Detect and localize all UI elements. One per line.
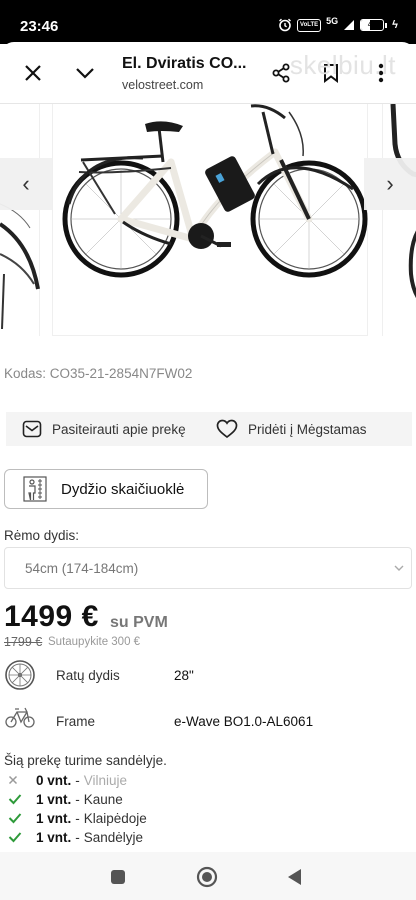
page-url[interactable]: velostreet.com bbox=[122, 78, 203, 92]
product-actions-bar: Pasiteirauti apie prekę Pridėti į Mėgsta… bbox=[6, 412, 412, 446]
gallery-slide-current[interactable] bbox=[52, 104, 368, 336]
stock-row: 1 vnt. - Klaipėdoje bbox=[8, 809, 147, 827]
volte-badge: VoLTE bbox=[297, 18, 322, 32]
stock-row: 1 vnt. - Sandėlyje bbox=[8, 828, 143, 846]
check-icon bbox=[8, 794, 22, 805]
stock-sep: - bbox=[75, 810, 80, 826]
close-button[interactable] bbox=[16, 56, 50, 90]
watermark: skelbiu.lt bbox=[289, 50, 396, 80]
gallery-slide-next[interactable] bbox=[382, 104, 416, 336]
stock-location: Kaune bbox=[83, 791, 123, 807]
stock-qty: 1 vnt. bbox=[36, 791, 72, 807]
recents-button[interactable] bbox=[107, 866, 129, 888]
stock-location: Klaipėdoje bbox=[83, 810, 147, 826]
stock-sep: - bbox=[75, 791, 80, 807]
wheel-icon bbox=[5, 660, 35, 690]
stock-qty: 1 vnt. bbox=[36, 829, 72, 845]
cross-icon bbox=[8, 775, 18, 785]
stock-location: Sandėlyje bbox=[83, 829, 144, 845]
bike-frame-icon bbox=[5, 707, 35, 728]
inquire-label: Pasiteirauti apie prekę bbox=[52, 421, 186, 437]
e-bike-image bbox=[62, 104, 368, 278]
battery-icon: 41 bbox=[360, 19, 388, 31]
stock-location: Vilniuje bbox=[83, 772, 128, 788]
bike-partial-image bbox=[0, 203, 40, 330]
status-time: 23:46 bbox=[20, 18, 59, 35]
system-navigation-bar bbox=[0, 852, 416, 900]
savings-text: Sutaupykite 300 € bbox=[48, 636, 141, 648]
collapse-button[interactable] bbox=[68, 56, 102, 90]
spec-name: Frame bbox=[56, 714, 96, 729]
signal-label: 5G bbox=[326, 16, 339, 26]
frame-size-value: 54cm (174-184cm) bbox=[25, 561, 139, 576]
gallery-prev-button[interactable]: ‹ bbox=[0, 158, 52, 210]
home-icon bbox=[196, 866, 218, 888]
bike-partial-image-2 bbox=[390, 104, 416, 299]
back-icon bbox=[288, 869, 301, 885]
size-calculator-button[interactable]: Dydžio skaičiuoklė bbox=[4, 469, 208, 509]
price: 1499 € bbox=[4, 600, 99, 633]
share-icon bbox=[272, 63, 290, 83]
status-bar: 23:46 VoLTE 5G 41 ϟ bbox=[0, 0, 416, 44]
chevron-down-icon bbox=[394, 565, 404, 571]
back-button[interactable] bbox=[284, 866, 306, 888]
gallery-next-button[interactable]: › bbox=[364, 158, 416, 210]
check-icon bbox=[8, 832, 22, 843]
home-button[interactable] bbox=[196, 866, 218, 888]
frame-size-label: Rėmo dydis: bbox=[4, 528, 80, 543]
product-gallery[interactable]: ‹ › bbox=[0, 104, 416, 340]
stock-qty: 1 vnt. bbox=[36, 810, 72, 826]
size-calculator-label: Dydžio skaičiuoklė bbox=[61, 480, 185, 498]
status-icons: VoLTE 5G 41 ϟ bbox=[278, 16, 398, 32]
spec-name: Ratų dydis bbox=[56, 668, 120, 683]
signal-icon bbox=[344, 20, 355, 30]
price-vat-label: su PVM bbox=[110, 614, 168, 631]
mail-icon bbox=[22, 420, 42, 438]
alarm-icon bbox=[279, 18, 292, 32]
battery-text: 41 bbox=[367, 20, 377, 29]
spec-row: Ratų dydis 28" bbox=[0, 658, 416, 698]
stock-row: 1 vnt. - Kaune bbox=[8, 790, 123, 808]
spec-row: Frame e-Wave BO1.0-AL6061 bbox=[0, 704, 416, 744]
charging-icon: ϟ bbox=[392, 19, 398, 31]
heart-icon bbox=[216, 419, 238, 439]
chevron-left-icon: ‹ bbox=[22, 171, 30, 196]
close-icon bbox=[25, 65, 41, 81]
spec-value: 28" bbox=[174, 668, 194, 683]
inquire-button[interactable]: Pasiteirauti apie prekę bbox=[22, 412, 186, 446]
chevron-right-icon: › bbox=[386, 171, 394, 196]
spec-value: e-Wave BO1.0-AL6061 bbox=[174, 714, 314, 729]
favorite-label: Pridėti į Mėgstamas bbox=[248, 421, 367, 437]
product-code: Kodas: CO35-21-2854N7FW02 bbox=[4, 366, 193, 381]
old-price: 1799 € bbox=[4, 635, 43, 649]
chevron-down-icon bbox=[76, 68, 94, 79]
stock-sep: - bbox=[75, 829, 80, 845]
stock-sep: - bbox=[75, 772, 80, 788]
stock-qty: 0 vnt. bbox=[36, 772, 72, 788]
check-icon bbox=[8, 813, 22, 824]
frame-size-select[interactable]: 54cm (174-184cm) bbox=[4, 547, 412, 589]
recents-icon bbox=[111, 870, 125, 884]
add-favorite-button[interactable]: Pridėti į Mėgstamas bbox=[216, 412, 367, 446]
size-chart-icon bbox=[23, 476, 47, 502]
stock-title: Šią prekę turime sandėlyje. bbox=[4, 753, 167, 768]
gallery-slide-previous[interactable] bbox=[0, 104, 40, 336]
stock-row: 0 vnt. - Vilniuje bbox=[8, 771, 127, 789]
page-title: El. Dviratis CO... bbox=[122, 55, 247, 72]
